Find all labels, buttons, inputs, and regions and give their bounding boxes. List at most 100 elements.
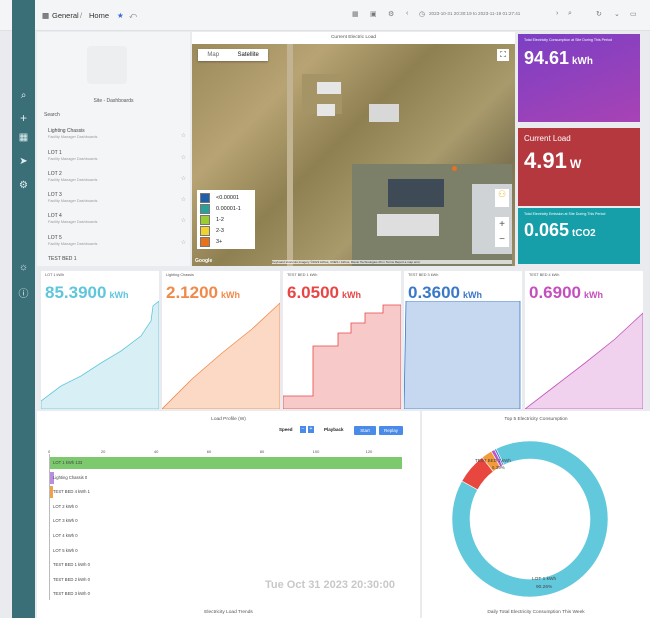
dashboards-icon[interactable]: ▦ (12, 132, 35, 143)
stat-card: Total Electricity Emission at Site Durin… (518, 208, 640, 264)
stat-tile: TEST BED 4 kWh 0.6900 kWh (525, 271, 643, 409)
star-icon[interactable]: ☆ (181, 217, 186, 224)
save-icon[interactable]: ▣ (370, 10, 377, 18)
settings-icon[interactable]: ⚙ (12, 180, 35, 191)
stat-label: Total Electricity Consumption at Site Du… (524, 38, 613, 42)
dashboard-item-title: TEST BED 1 (48, 256, 77, 262)
tile-number: 0.6900 (529, 283, 581, 302)
breadcrumb-general[interactable]: General (52, 11, 79, 20)
refresh-icon[interactable]: ↻ (596, 10, 602, 18)
star-icon[interactable]: ☆ (181, 132, 186, 139)
bar-row: Lighting Chassis 0 (50, 471, 410, 484)
bar-label: Lighting Chassis 0 (53, 474, 88, 480)
legend-label: 0.00001-1 (216, 205, 241, 212)
dashboard-list-item[interactable]: LOT 5 Facility Manager Dashboards ☆ (48, 235, 186, 255)
dashboard-item-title: Lighting Chassis (48, 128, 85, 134)
sun-icon[interactable]: ☼ (12, 262, 35, 273)
tv-mode-icon[interactable]: ▭ (630, 10, 637, 18)
bar[interactable] (50, 457, 402, 469)
bar-label: TEST BED 4 kWh 1 (53, 489, 90, 495)
current-electric-load-panel: Current Electric Load Map Satellite ⛶ <0… (192, 32, 515, 266)
add-panel-icon[interactable]: ▦ (352, 10, 359, 18)
stat-number: 94.61 (524, 48, 570, 68)
tile-value: 85.3900 kWh (45, 283, 128, 303)
satellite-tab[interactable]: Satellite (228, 49, 268, 61)
speed-down-button[interactable]: − (300, 426, 306, 433)
star-icon[interactable]: ☆ (181, 196, 186, 203)
tile-unit: kWh (221, 290, 240, 300)
explore-icon[interactable]: ➤ (12, 156, 35, 167)
help-icon[interactable]: ⓘ (12, 285, 35, 300)
legend-item: 2-3 (200, 225, 252, 236)
map-attribution: Keyboard shortcuts Imagery ©2023 Airbus,… (272, 260, 512, 264)
refresh-interval-chevron-icon[interactable]: ⌄ (614, 10, 620, 18)
donut-chart[interactable] (422, 431, 650, 601)
dashboard-list-item[interactable]: LOT 1 Facility Manager Dashboards ☆ (48, 150, 186, 170)
street-view-pegman-icon[interactable]: ⚇ (495, 189, 509, 207)
start-button[interactable]: Start (354, 426, 376, 435)
donut-pct-lot1: 90.26% (536, 585, 553, 590)
google-logo: Google (195, 258, 213, 264)
time-range-picker[interactable]: 2023-10-31 20:30:19 to 2023-11-19 01:27:… (429, 11, 520, 16)
star-icon[interactable]: ☆ (181, 175, 186, 182)
fullscreen-icon[interactable]: ⛶ (497, 49, 509, 61)
speed-up-button[interactable]: + (308, 426, 314, 433)
bar-label: LOT 4 kWh 0 (53, 533, 78, 538)
legend-item: 3+ (200, 236, 252, 247)
load-marker[interactable] (452, 166, 457, 171)
replay-button[interactable]: Replay (379, 426, 403, 435)
stat-card: Current Load 4.91 W (518, 128, 640, 206)
legend-label: 1-2 (216, 216, 224, 223)
dashboard-item-folder: Facility Manager Dashboards (48, 199, 98, 203)
legend-swatch (200, 203, 210, 214)
star-icon[interactable]: ☆ (181, 239, 186, 246)
legend-item: 1-2 (200, 214, 252, 225)
search-label[interactable]: Search (44, 112, 60, 118)
legend-item: 0.00001-1 (200, 203, 252, 214)
daily-consumption-title: Daily Total Electricity Consumption This… (487, 610, 585, 615)
dashboard-list-item[interactable]: LOT 3 Facility Manager Dashboards ☆ (48, 192, 186, 212)
map-building (317, 104, 335, 116)
breadcrumb-home[interactable]: Home (89, 11, 109, 20)
x-tick-label: 0 (48, 449, 51, 454)
tile-label: TEST BED 3 kWh (408, 273, 439, 277)
dashboard-list-item[interactable]: LOT 4 Facility Manager Dashboards ☆ (48, 213, 186, 233)
top5-consumption-panel: Top 5 Electricity Consumption TEST BED 1… (422, 411, 650, 618)
bar-row: LOT 2 kWh 0 (50, 501, 410, 513)
bar-row: TEST BED 4 kWh 1 (50, 486, 410, 499)
tile-value: 6.0500 kWh (287, 283, 361, 303)
stat-value: 94.61 kWh (524, 48, 593, 69)
dashboard-list-item[interactable]: Lighting Chassis Facility Manager Dashboa… (48, 128, 186, 148)
dashboard-list-item[interactable]: LOT 2 Facility Manager Dashboards ☆ (48, 171, 186, 191)
legend-item: <0.00001 (200, 192, 252, 203)
x-tick-label: 60 (206, 449, 212, 454)
map-tab[interactable]: Map (198, 49, 228, 61)
zoom-out-icon[interactable]: ⌕ (568, 10, 572, 18)
clock-icon: ◷ (419, 11, 426, 18)
playback-label: Playback (324, 427, 344, 432)
stat-label: Total Electricity Emission at Site Durin… (524, 212, 606, 216)
star-icon[interactable]: ☆ (181, 154, 186, 161)
time-back-icon[interactable]: ‹ (406, 10, 408, 17)
search-icon[interactable]: ⌕ (12, 90, 35, 101)
legend-label: 3+ (216, 238, 223, 245)
tile-number: 85.3900 (45, 283, 107, 302)
zoom-in-button[interactable]: + (495, 217, 509, 232)
legend-swatch (200, 236, 210, 247)
bar-label: LOT 2 kWh 0 (53, 503, 78, 509)
settings-icon[interactable]: ⚙ (388, 10, 394, 18)
plus-icon[interactable]: + (12, 111, 35, 125)
tile-area (41, 301, 159, 409)
bar-row: TEST BED 2 kWh 0 (50, 574, 410, 586)
time-forward-icon[interactable]: › (556, 10, 558, 17)
share-icon[interactable]: ⤺ (129, 11, 137, 21)
x-tick-label: 80 (259, 449, 265, 454)
speed-label: Speed (279, 427, 293, 432)
x-tick-label: 20 (100, 449, 106, 454)
tile-sparkline (404, 301, 521, 409)
x-tick-label: 40 (153, 449, 159, 454)
star-icon[interactable]: ★ (117, 11, 124, 20)
zoom-out-button[interactable]: − (495, 232, 509, 247)
tile-area (283, 304, 401, 409)
tile-value: 0.6900 kWh (529, 283, 603, 303)
